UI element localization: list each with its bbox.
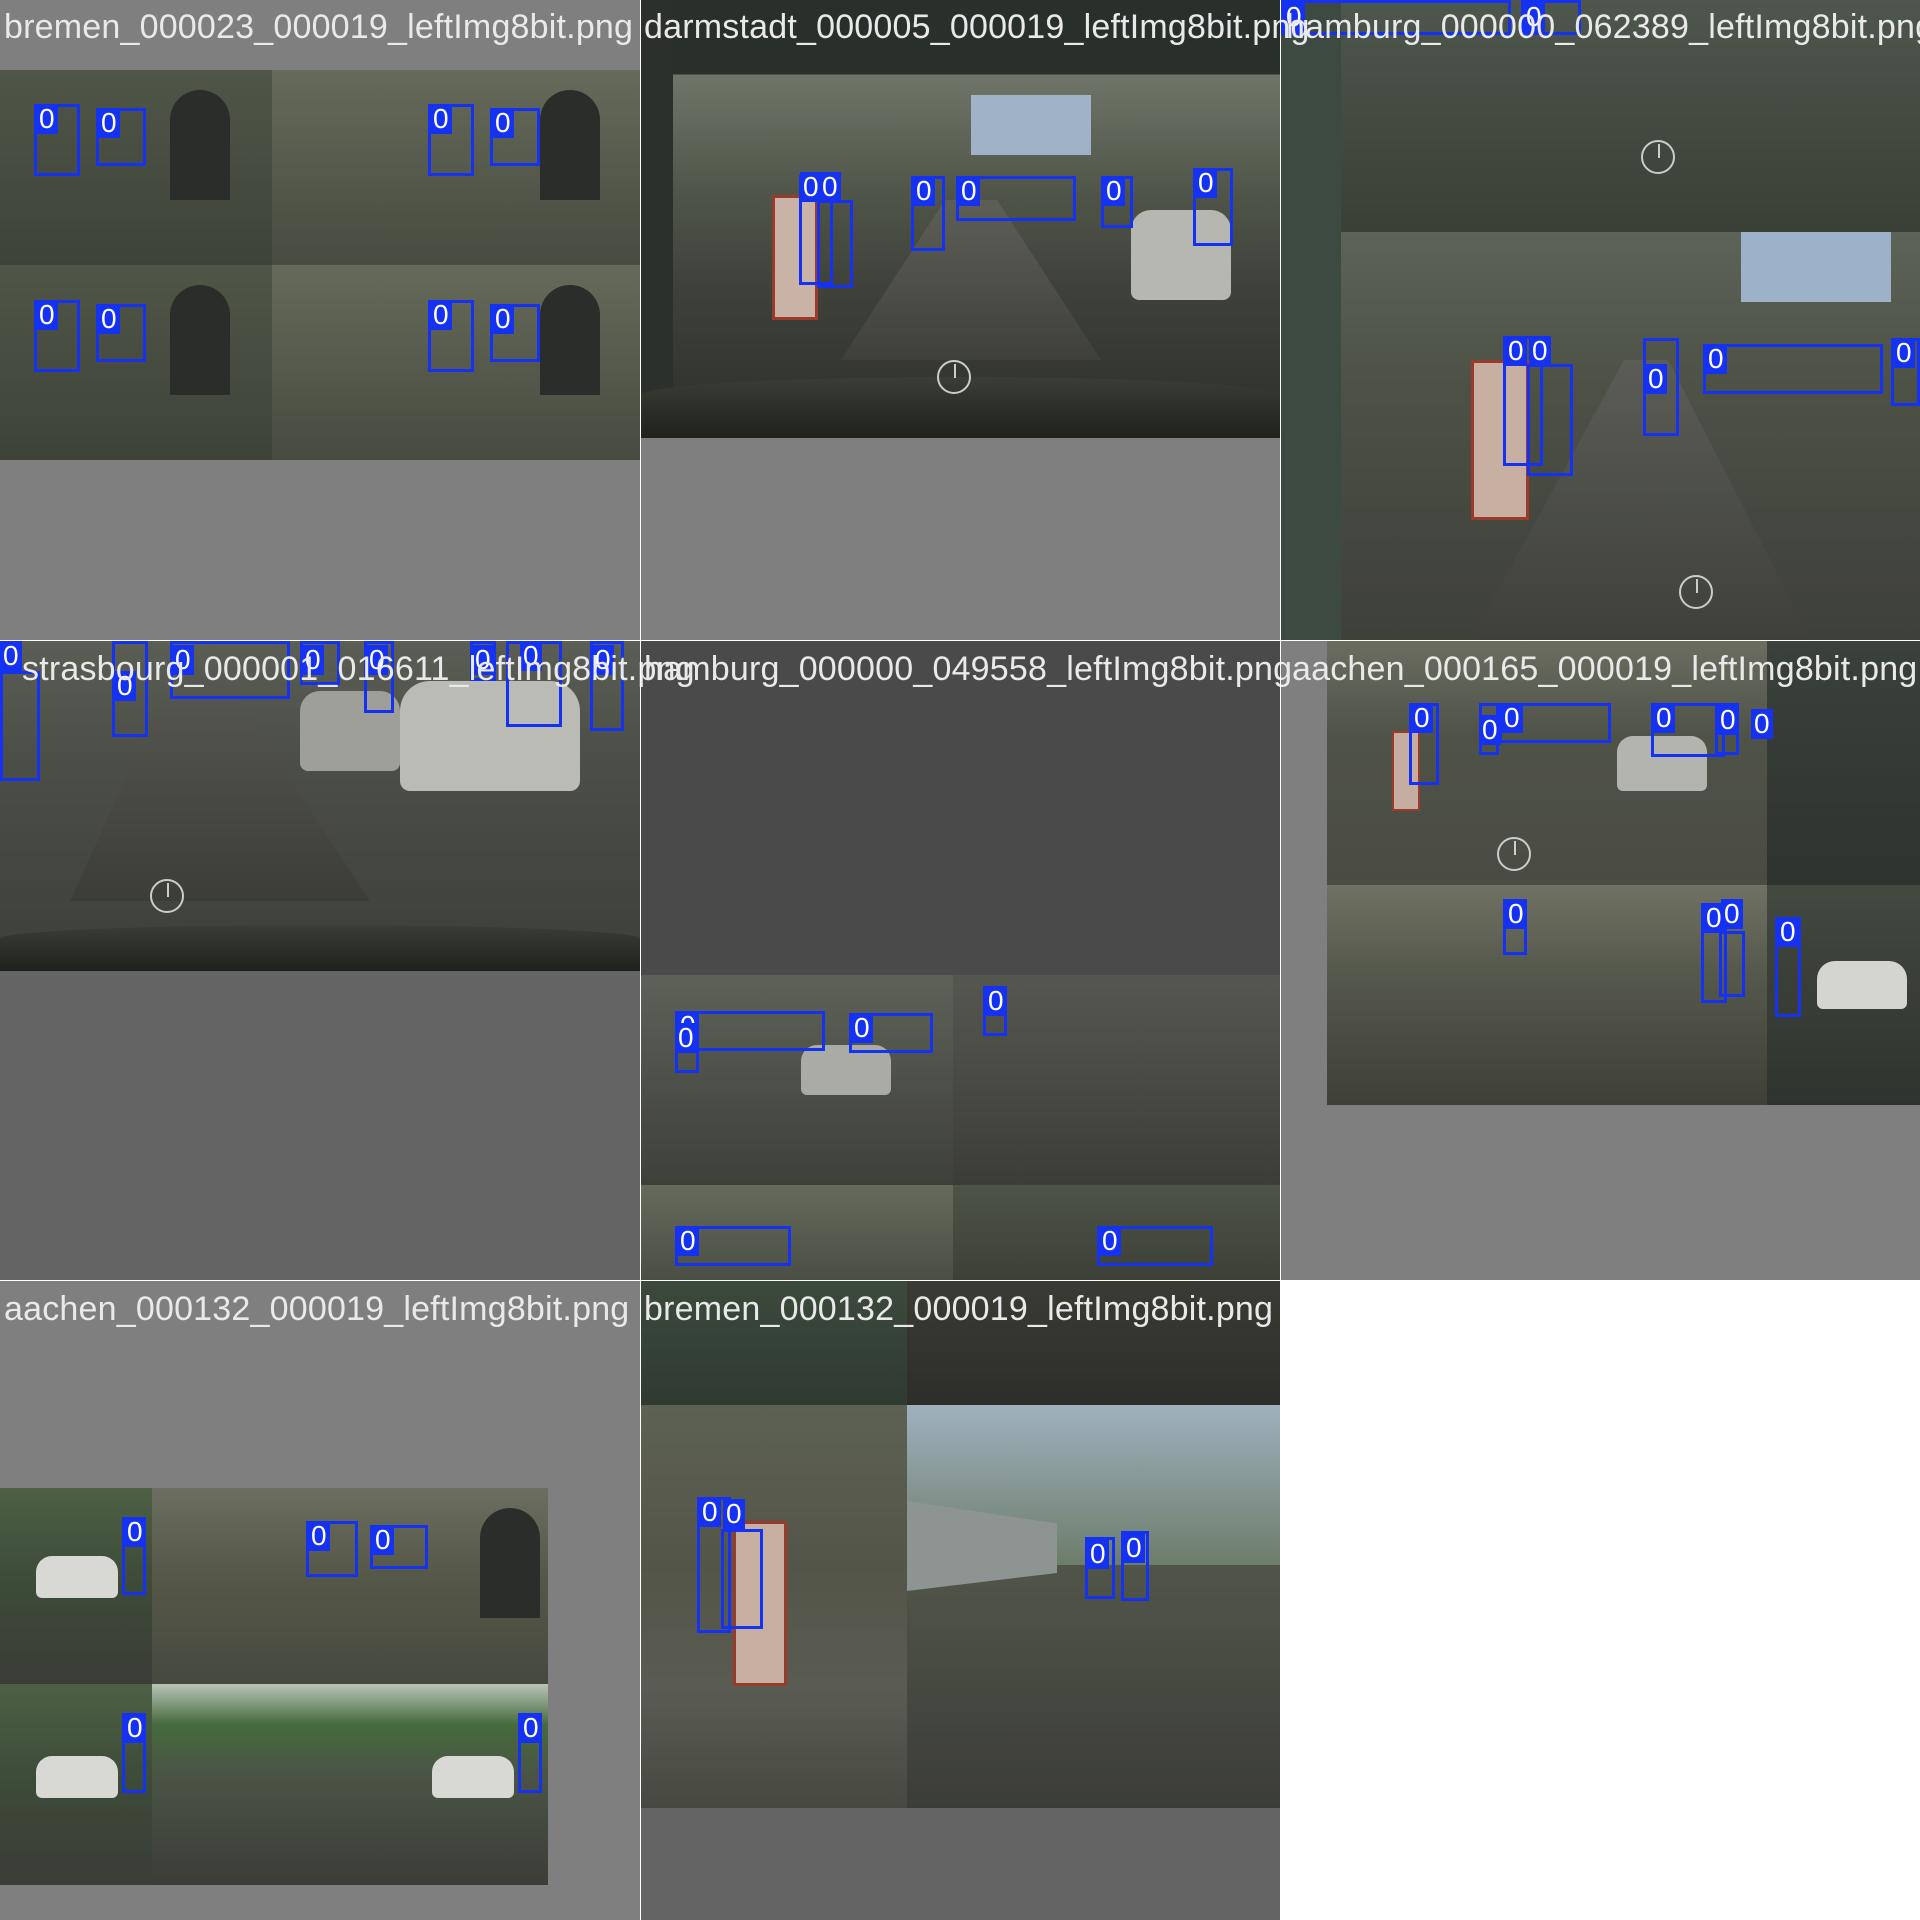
detection-label: 0 [1751, 709, 1773, 739]
detection-label: 0 [372, 1525, 394, 1555]
tile-caption: bremen_000132_000019_leftImg8bit.png [644, 1290, 1274, 1328]
detection-label: 0 [430, 300, 452, 330]
detection-label: 0 [1195, 168, 1217, 198]
tile-caption: strasbourg_000001_016611_leftImg8bit.png [22, 650, 695, 688]
detection-label: 0 [958, 176, 980, 206]
detection-label: 0 [1529, 336, 1551, 366]
detection-label: 0 [1653, 703, 1675, 733]
detection-label: 0 [308, 1521, 330, 1551]
mosaic-tile-1: 0 0 0 0 0 0 0 0 [0, 0, 640, 640]
mosaic-tile-4: 0 0 0 0 0 0 0 0 [0, 641, 640, 1280]
detection-label: 0 [430, 104, 452, 134]
detection-label: 0 [492, 304, 514, 334]
detection-label: 0 [1721, 899, 1743, 929]
detection-label: 0 [1411, 703, 1433, 733]
tile-caption: darmstadt_000005_000019_leftImg8bit.png [644, 8, 1310, 46]
mosaic-tile-6: 0 0 0 0 0 0 0 0 0 0 [1281, 641, 1920, 1280]
detection-label: 0 [913, 176, 935, 206]
pedestrian-box [1719, 931, 1745, 997]
detection-label: 0 [1505, 899, 1527, 929]
detection-label: 0 [98, 108, 120, 138]
street-photo [1281, 0, 1920, 640]
detection-label: 0 [1705, 344, 1727, 374]
pedestrian-box [1703, 344, 1883, 394]
mosaic-tile-3: 0 0 0 0 0 0 0 [1281, 0, 1920, 640]
detection-label: 0 [1893, 338, 1915, 368]
tile-caption: hamburg_000000_062389_leftImg8bit.png [1286, 8, 1920, 46]
detection-label: 0 [699, 1497, 721, 1527]
detection-label: 0 [1103, 176, 1125, 206]
mosaic-tile-8: 0 0 0 0 [641, 1281, 1280, 1920]
tile-caption: aachen_000132_000019_leftImg8bit.png [4, 1290, 630, 1328]
detection-label: 0 [723, 1499, 745, 1529]
grid-divider [640, 0, 641, 1920]
mosaic-tile-5: 0 0 0 0 0 0 [641, 641, 1280, 1280]
detection-label: 0 [985, 986, 1007, 1016]
detection-label: 0 [1087, 1539, 1109, 1569]
detection-label: 0 [1717, 705, 1739, 735]
pedestrian-box [817, 200, 853, 288]
detection-label: 0 [1505, 336, 1527, 366]
detection-label: 0 [675, 1023, 697, 1053]
mosaic-tile-2: 0 0 0 0 0 0 [641, 0, 1280, 640]
detection-label: 0 [1099, 1226, 1121, 1256]
detection-label: 0 [124, 1517, 146, 1547]
detection-label: 0 [36, 300, 58, 330]
detection-label: 0 [677, 1226, 699, 1256]
detection-label: 0 [1777, 917, 1799, 947]
pedestrian-box [721, 1529, 763, 1629]
tile-caption: bremen_000023_000019_leftImg8bit.png [4, 8, 634, 46]
detection-label: 0 [492, 108, 514, 138]
detection-label: 0 [1645, 364, 1667, 394]
street-photo [0, 1488, 548, 1885]
detection-label: 0 [1479, 715, 1501, 745]
tile-caption: hamburg_000000_049558_leftImg8bit.png [644, 650, 1293, 688]
detection-label: 0 [851, 1013, 873, 1043]
detection-label: 0 [0, 641, 22, 671]
detection-label: 0 [819, 172, 841, 202]
pedestrian-box [1527, 364, 1573, 476]
detection-label: 0 [36, 104, 58, 134]
detection-label: 0 [98, 304, 120, 334]
grid-divider [0, 640, 1920, 641]
mosaic-tile-7: 0 0 0 0 0 [0, 1281, 640, 1920]
grid-divider [0, 1280, 1281, 1281]
detection-label: 0 [520, 1713, 542, 1743]
detection-label: 0 [1123, 1533, 1145, 1563]
tile-caption: aachen_000165_000019_leftImg8bit.png [1292, 650, 1918, 688]
detection-label: 0 [1501, 703, 1523, 733]
detection-label: 0 [124, 1713, 146, 1743]
